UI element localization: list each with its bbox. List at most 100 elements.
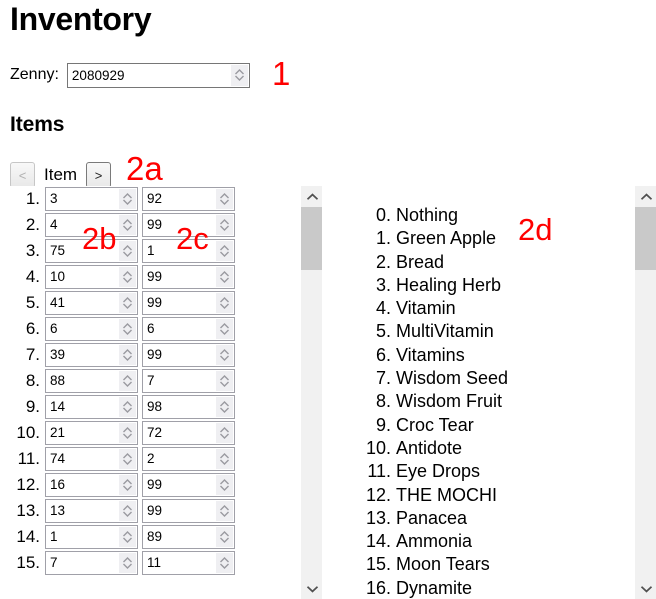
scroll-thumb-right[interactable]: [635, 207, 656, 271]
inventory-row-index: 2.: [25, 215, 40, 234]
item-quantity-spinner[interactable]: [216, 267, 233, 287]
inventory-row: 8. 88 7: [0, 368, 300, 394]
inventory-row-index: 13.: [16, 501, 40, 520]
scroll-up-button-left[interactable]: [301, 186, 322, 207]
item-id-input[interactable]: 10: [45, 265, 138, 289]
item-name-row: 15. Moon Tears: [362, 553, 634, 576]
item-id-input[interactable]: 7: [45, 551, 138, 575]
item-quantity-spinner[interactable]: [216, 293, 233, 313]
item-id-spinner[interactable]: [119, 189, 136, 209]
item-quantity-spinner[interactable]: [216, 371, 233, 391]
item-id-input[interactable]: 21: [45, 421, 138, 445]
item-quantity-input[interactable]: 99: [142, 265, 235, 289]
item-name-row: 13. Panacea: [362, 507, 634, 530]
item-name-number: 8.: [375, 391, 391, 412]
item-id-spinner[interactable]: [119, 215, 136, 235]
inventory-row: 13. 13 99: [0, 498, 300, 524]
item-id-input[interactable]: 13: [45, 499, 138, 523]
item-quantity-value: 89: [147, 529, 163, 544]
item-quantity-spinner[interactable]: [216, 215, 233, 235]
item-id-spinner[interactable]: [119, 423, 136, 443]
scroll-thumb-left[interactable]: [301, 207, 322, 271]
item-id-spinner[interactable]: [119, 527, 136, 547]
item-quantity-input[interactable]: 98: [142, 395, 235, 419]
item-quantity-input[interactable]: 7: [142, 369, 235, 393]
item-name-label: Nothing: [396, 205, 459, 225]
item-quantity-input[interactable]: 99: [142, 473, 235, 497]
item-name-label: Vitamins: [396, 344, 465, 365]
item-quantity-value: 6: [147, 321, 155, 336]
item-quantity-input[interactable]: 99: [142, 291, 235, 315]
item-id-input[interactable]: 3: [45, 187, 138, 211]
annotation-2a: 2a: [126, 150, 163, 187]
item-quantity-spinner[interactable]: [216, 241, 233, 261]
item-id-spinner[interactable]: [119, 345, 136, 365]
item-names-scrollbar[interactable]: [634, 186, 656, 599]
item-name-row: 16. Dynamite: [362, 577, 634, 599]
next-item-button[interactable]: >: [86, 162, 112, 188]
item-quantity-spinner[interactable]: [216, 553, 233, 573]
item-id-spinner[interactable]: [119, 475, 136, 495]
inventory-scrollbar[interactable]: [300, 186, 322, 599]
item-id-value: 88: [50, 373, 66, 388]
item-quantity-input[interactable]: 2: [142, 447, 235, 471]
item-id-input[interactable]: 88: [45, 369, 138, 393]
prev-item-button[interactable]: <: [10, 162, 35, 188]
scroll-up-button-right[interactable]: [635, 186, 656, 207]
item-id-spinner[interactable]: [119, 397, 136, 417]
item-quantity-spinner[interactable]: [216, 527, 233, 547]
item-name-row: 10. Antidote: [362, 437, 634, 460]
item-quantity-input[interactable]: 6: [142, 317, 235, 341]
item-quantity-input[interactable]: 99: [142, 343, 235, 367]
item-name-number: 10.: [365, 437, 391, 458]
item-quantity-input[interactable]: 11: [142, 551, 235, 575]
item-id-input[interactable]: 1: [45, 525, 138, 549]
item-id-input[interactable]: 41: [45, 291, 138, 315]
item-id-spinner[interactable]: [119, 371, 136, 391]
item-quantity-input[interactable]: 89: [142, 525, 235, 549]
item-id-value: 7: [50, 555, 58, 570]
item-quantity-input[interactable]: 72: [142, 421, 235, 445]
item-id-input[interactable]: 6: [45, 317, 138, 341]
item-quantity-spinner[interactable]: [216, 475, 233, 495]
item-id-spinner[interactable]: [119, 319, 136, 339]
item-id-value: 14: [50, 399, 66, 414]
item-quantity-spinner[interactable]: [216, 189, 233, 209]
item-quantity-input[interactable]: 99: [142, 213, 235, 237]
item-id-spinner[interactable]: [119, 501, 136, 521]
item-quantity-spinner[interactable]: [216, 449, 233, 469]
scroll-down-button-left[interactable]: [301, 578, 322, 599]
item-quantity-spinner[interactable]: [216, 423, 233, 443]
item-id-input[interactable]: 39: [45, 343, 138, 367]
item-quantity-spinner[interactable]: [216, 345, 233, 365]
inventory-row-index: 14.: [16, 527, 40, 546]
item-id-spinner[interactable]: [119, 241, 136, 261]
item-name-label: Eye Drops: [396, 461, 481, 482]
item-id-spinner[interactable]: [119, 449, 136, 469]
zenny-spinner[interactable]: [230, 64, 248, 86]
item-quantity-value: 99: [147, 269, 163, 284]
item-id-spinner[interactable]: [119, 293, 136, 313]
item-name-number: 4.: [375, 298, 391, 319]
item-name-number: 3.: [375, 274, 391, 295]
item-id-input[interactable]: 14: [45, 395, 138, 419]
item-id-spinner[interactable]: [119, 553, 136, 573]
item-id-value: 41: [50, 295, 66, 310]
scroll-track-left[interactable]: [301, 207, 322, 578]
item-quantity-input[interactable]: 99: [142, 499, 235, 523]
item-nav-label: Item: [44, 165, 78, 184]
item-quantity-value: 11: [147, 555, 162, 570]
scroll-track-right[interactable]: [635, 207, 656, 578]
item-id-input[interactable]: 74: [45, 447, 138, 471]
zenny-input[interactable]: 2080929: [66, 62, 250, 88]
scroll-down-button-right[interactable]: [635, 578, 656, 599]
item-quantity-spinner[interactable]: [216, 501, 233, 521]
item-id-input[interactable]: 4: [45, 213, 138, 237]
item-quantity-input[interactable]: 92: [142, 187, 235, 211]
item-id-input[interactable]: 75: [45, 239, 138, 263]
item-quantity-spinner[interactable]: [216, 397, 233, 417]
item-quantity-input[interactable]: 1: [142, 239, 235, 263]
item-id-spinner[interactable]: [119, 267, 136, 287]
item-id-input[interactable]: 16: [45, 473, 138, 497]
item-quantity-spinner[interactable]: [216, 319, 233, 339]
